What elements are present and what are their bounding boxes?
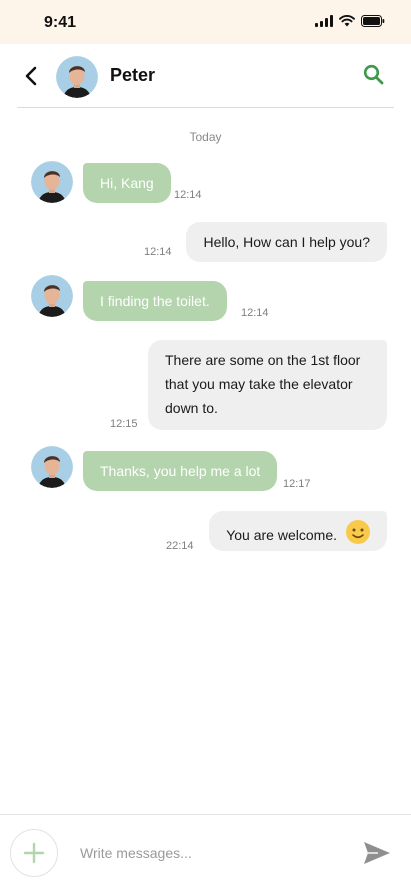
wifi-icon — [339, 15, 355, 27]
contact-avatar[interactable] — [56, 56, 98, 98]
incoming-message-bubble[interactable]: I finding the toilet. — [83, 281, 227, 321]
message-time: 22:14 — [166, 540, 194, 552]
incoming-message-bubble[interactable]: Thanks, you help me a lot — [83, 451, 278, 491]
battery-icon — [361, 15, 385, 27]
message-input[interactable] — [72, 837, 342, 869]
status-bar: 9:41 — [0, 0, 411, 44]
outgoing-message-bubble[interactable]: You are welcome. — [209, 511, 387, 551]
message-time: 12:14 — [241, 307, 269, 319]
day-separator: Today — [189, 130, 222, 144]
smiley-face-icon — [346, 519, 370, 544]
search-icon — [363, 64, 384, 85]
outgoing-message-bubble[interactable]: Hello, How can I help you? — [186, 222, 387, 262]
status-icons — [315, 15, 385, 27]
status-time: 9:41 — [44, 14, 77, 31]
search-button[interactable] — [361, 62, 387, 88]
message-time: 12:14 — [144, 246, 172, 258]
message-text: You are welcome. — [226, 526, 337, 543]
back-button[interactable] — [20, 63, 42, 89]
outgoing-message-bubble[interactable]: There are some on the 1st floor that you… — [148, 340, 387, 430]
message-composer — [0, 814, 411, 889]
plus-icon — [23, 842, 45, 864]
message-list[interactable]: Today Hi, Kang 12:14 Hello, How can I he… — [0, 108, 411, 814]
chevron-left-icon — [25, 66, 37, 86]
send-icon — [364, 842, 390, 864]
sender-avatar[interactable] — [31, 275, 73, 317]
sender-avatar[interactable] — [31, 446, 73, 488]
add-attachment-button[interactable] — [10, 829, 58, 877]
sender-avatar[interactable] — [31, 161, 73, 203]
send-button[interactable] — [363, 841, 391, 867]
message-time: 12:14 — [174, 189, 202, 201]
message-time: 12:17 — [283, 478, 311, 490]
chat-header: Peter — [0, 44, 411, 108]
incoming-message-bubble[interactable]: Hi, Kang — [83, 163, 171, 203]
cellular-signal-icon — [315, 15, 333, 27]
message-time: 12:15 — [110, 418, 138, 430]
contact-name[interactable]: Peter — [110, 65, 155, 86]
